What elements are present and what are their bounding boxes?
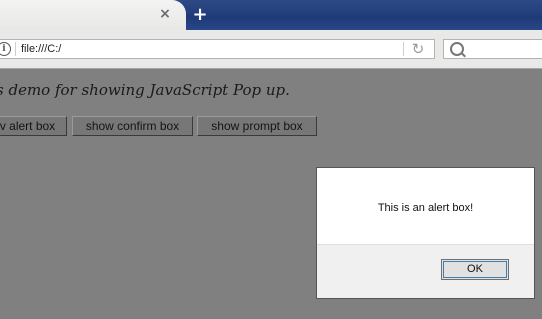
dialog-body: This is an alert box! bbox=[317, 168, 534, 244]
url-text[interactable]: file:///C:/ bbox=[21, 42, 61, 57]
browser-tab-active[interactable]: × bbox=[0, 0, 186, 30]
alert-dialog: This is an alert box! OK bbox=[316, 167, 535, 299]
navigation-toolbar: i file:///C:/ ↻ bbox=[0, 30, 542, 69]
dialog-divider bbox=[317, 244, 534, 245]
search-icon bbox=[450, 42, 464, 56]
ok-button[interactable]: OK bbox=[441, 259, 509, 280]
tab-strip: × + bbox=[0, 0, 542, 30]
address-bar[interactable]: i file:///C:/ ↻ bbox=[0, 39, 435, 59]
url-separator bbox=[15, 42, 16, 56]
new-tab-button[interactable]: + bbox=[190, 5, 210, 25]
site-info-icon[interactable]: i bbox=[0, 42, 11, 56]
reload-icon[interactable]: ↻ bbox=[410, 42, 426, 57]
close-tab-icon[interactable]: × bbox=[158, 7, 172, 21]
intro-text: s demo for showing JavaScript Pop up. bbox=[0, 81, 290, 99]
url-separator-right bbox=[403, 42, 404, 56]
alert-message: This is an alert box! bbox=[377, 202, 474, 214]
show-prompt-button[interactable]: show prompt box bbox=[197, 116, 317, 136]
show-confirm-button[interactable]: show confirm box bbox=[72, 116, 193, 136]
show-alert-button[interactable]: v alert box bbox=[0, 116, 67, 136]
search-bar[interactable] bbox=[443, 39, 542, 59]
